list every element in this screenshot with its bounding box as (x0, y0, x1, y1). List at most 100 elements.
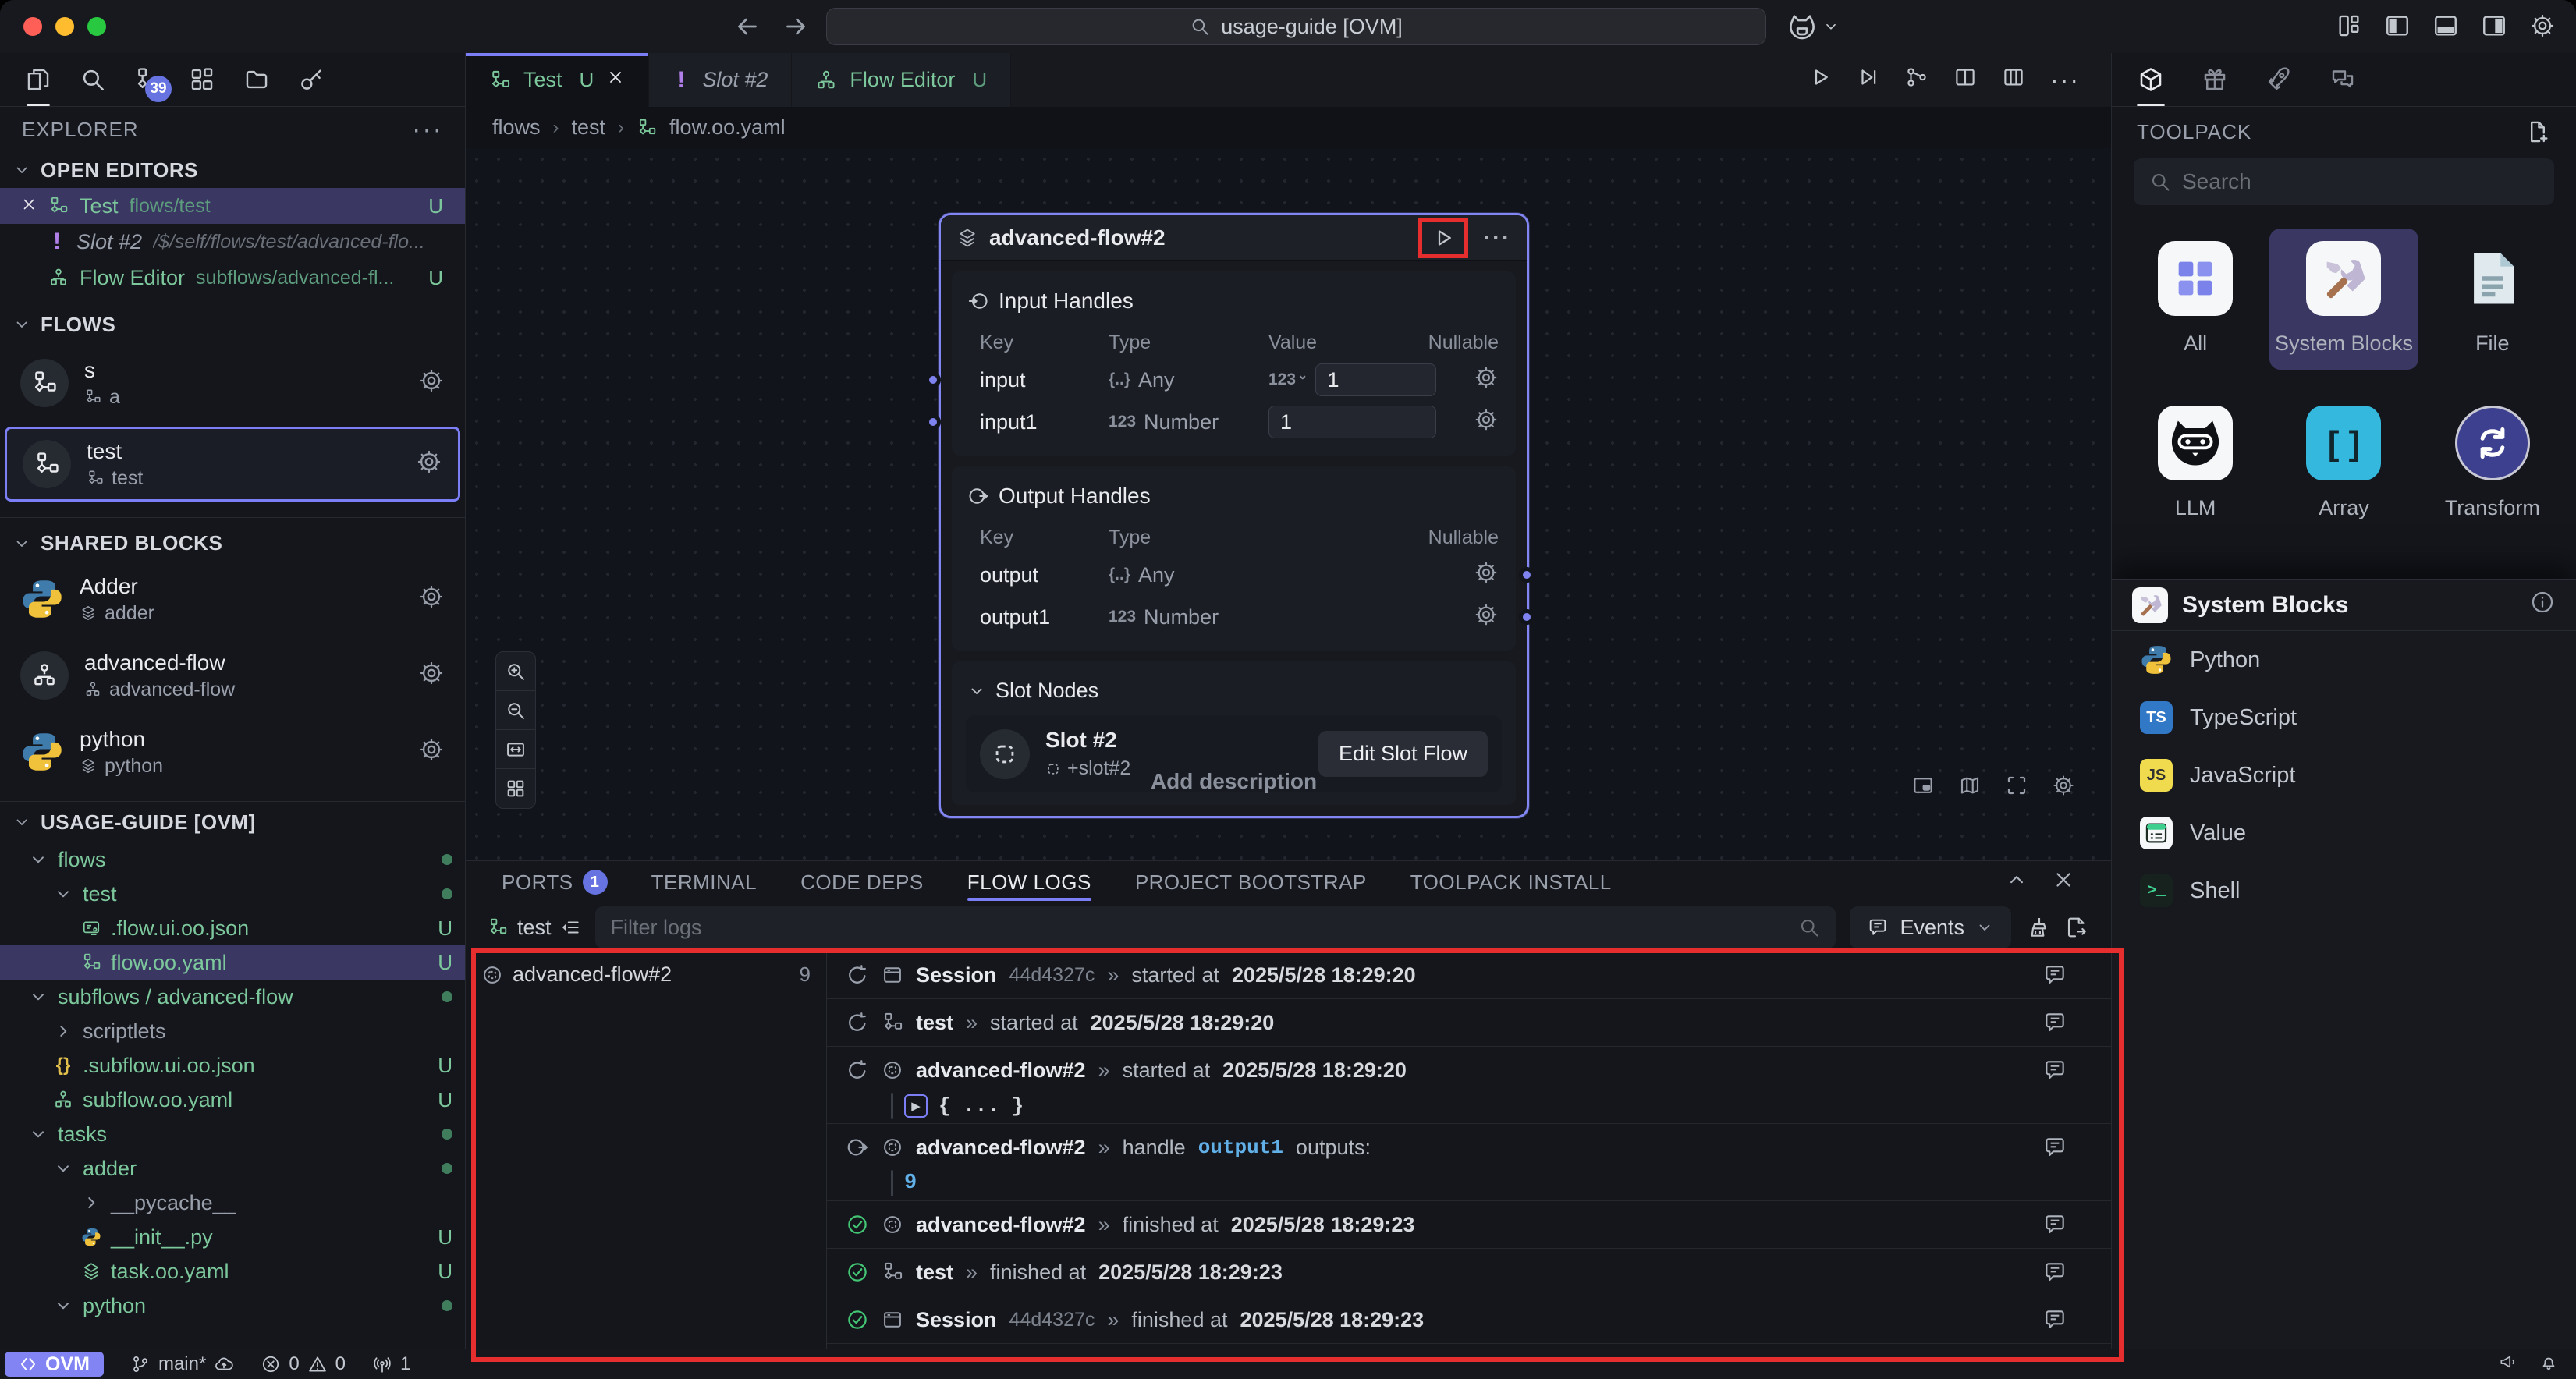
tree-item-task-yaml[interactable]: task.oo.yamlU (0, 1254, 465, 1289)
problems-indicator[interactable]: 0 0 (261, 1353, 346, 1375)
value-type-selector[interactable]: 123⌄ (1268, 370, 1308, 389)
log-group-advanced-flow-2[interactable]: advanced-flow#2 9 (481, 962, 811, 987)
zoom-out-icon[interactable] (496, 691, 535, 730)
filter-logs-input[interactable] (611, 916, 1788, 940)
expand-payload-button[interactable]: ▶ (904, 1094, 928, 1118)
preview-icon[interactable] (1911, 774, 1935, 803)
nav-forward-icon[interactable] (782, 12, 810, 46)
more-actions-icon[interactable]: ··· (2050, 66, 2080, 94)
clear-logs-icon[interactable] (2025, 915, 2050, 940)
toggle-right-panel-icon[interactable] (2481, 12, 2507, 44)
canvas-settings-icon[interactable] (2052, 774, 2075, 803)
gear-icon[interactable] (416, 448, 442, 480)
layout-columns-icon[interactable] (2002, 66, 2025, 94)
tree-item-init-py[interactable]: __init__.pyU (0, 1220, 465, 1254)
input-handle-dot[interactable] (925, 414, 941, 430)
comment-icon[interactable] (2042, 1058, 2067, 1088)
tab-terminal[interactable]: TERMINAL (651, 861, 757, 903)
gear-icon[interactable] (418, 736, 445, 768)
tab-ports[interactable]: PORTS 1 (502, 861, 608, 903)
shared-block-advanced-flow[interactable]: advanced-flow advanced-flow (5, 640, 460, 711)
flows-activity-icon[interactable]: 39 (134, 66, 161, 93)
input-value-field[interactable] (1315, 363, 1436, 396)
explorer-more-icon[interactable]: ··· (412, 115, 443, 145)
tab-test[interactable]: Test U (466, 53, 649, 107)
log-row-node-finish[interactable]: advanced-flow#2 »finished at 2025/5/28 1… (827, 1201, 2111, 1249)
maximize-window-button[interactable] (87, 17, 106, 36)
extensions-icon[interactable] (189, 66, 215, 93)
close-icon[interactable] (606, 68, 625, 92)
zoom-in-icon[interactable] (496, 652, 535, 691)
gear-icon[interactable] (418, 367, 445, 399)
input-value-field[interactable] (1268, 406, 1436, 438)
breadcrumb-test[interactable]: test (572, 115, 606, 140)
graph-icon[interactable] (1905, 66, 1928, 94)
section-shared-blocks[interactable]: SHARED BLOCKS (0, 517, 465, 561)
gear-icon[interactable] (1474, 560, 1499, 590)
section-open-editors[interactable]: OPEN EDITORS (0, 152, 465, 188)
announcement-icon[interactable] (2498, 1352, 2518, 1377)
category-system-blocks[interactable]: System Blocks (2269, 229, 2418, 370)
tree-item-pycache[interactable]: __pycache__ (0, 1186, 465, 1220)
block-javascript[interactable]: JS JavaScript (2112, 746, 2576, 804)
open-editor-slot2[interactable]: ! Slot #2 /$/self/flows/test/advanced-fl… (0, 224, 465, 260)
tree-item-adder[interactable]: adder (0, 1151, 465, 1186)
node-run-button[interactable] (1425, 223, 1461, 253)
category-all[interactable]: All (2121, 229, 2269, 370)
events-dropdown[interactable]: Events (1850, 906, 2011, 948)
gear-icon[interactable] (1474, 365, 1499, 395)
gear-icon[interactable] (418, 660, 445, 692)
block-python[interactable]: Python (2112, 631, 2576, 689)
open-editor-test[interactable]: Test flows/test U (0, 188, 465, 224)
split-editor-icon[interactable] (1953, 66, 1977, 94)
tab-flow-editor[interactable]: Flow Editor U (792, 53, 1011, 107)
close-panel-icon[interactable] (2052, 868, 2075, 897)
input-handle-dot[interactable] (925, 372, 941, 388)
log-row-test-start[interactable]: test »started at 2025/5/28 18:29:20 (827, 999, 2111, 1047)
toolpack-tab-icon[interactable] (2137, 66, 2165, 94)
run-icon[interactable] (1808, 66, 1832, 94)
search-icon[interactable] (80, 66, 106, 93)
gear-icon[interactable] (418, 583, 445, 615)
section-flows[interactable]: FLOWS (0, 307, 465, 342)
minimap-icon[interactable] (1958, 774, 1982, 803)
key-icon[interactable] (298, 66, 325, 93)
close-window-button[interactable] (23, 17, 42, 36)
tree-list-icon[interactable] (561, 917, 581, 938)
breadcrumb-flows[interactable]: flows (492, 115, 541, 140)
toolpack-search-input[interactable] (2182, 169, 2539, 194)
node-header[interactable]: advanced-flow#2 ··· (941, 215, 1527, 261)
tree-item-flow-yaml[interactable]: flow.oo.yamlU (0, 945, 465, 980)
gear-icon[interactable] (1474, 407, 1499, 438)
fullscreen-icon[interactable] (2005, 774, 2028, 803)
ports-indicator[interactable]: 1 (372, 1353, 410, 1375)
layout-grid-icon[interactable] (496, 769, 535, 808)
tree-item-flow-ui-json[interactable]: .flow.ui.oo.jsonU (0, 911, 465, 945)
category-transform[interactable]: Transform (2418, 393, 2567, 534)
new-toolpack-icon[interactable] (2525, 119, 2551, 145)
comment-icon[interactable] (2042, 1307, 2067, 1338)
bell-icon[interactable] (2539, 1352, 2559, 1377)
minimize-window-button[interactable] (55, 17, 74, 36)
breadcrumb-file[interactable]: flow.oo.yaml (669, 115, 786, 140)
run-step-icon[interactable] (1857, 66, 1880, 94)
comment-icon[interactable] (2042, 1010, 2067, 1040)
log-row-node-start[interactable]: advanced-flow#2 »started at 2025/5/28 18… (827, 1047, 2111, 1124)
info-icon[interactable] (2529, 589, 2556, 621)
comment-icon[interactable] (2042, 1212, 2067, 1243)
tab-code-deps[interactable]: CODE DEPS (800, 861, 924, 903)
toggle-bottom-panel-icon[interactable] (2432, 12, 2459, 44)
tree-item-subflow-yaml[interactable]: subflow.oo.yamlU (0, 1083, 465, 1117)
block-value[interactable]: Value (2112, 804, 2576, 862)
export-logs-icon[interactable] (2064, 915, 2089, 940)
collapse-panel-icon[interactable] (2005, 868, 2028, 897)
assistant-menu[interactable] (1787, 11, 1840, 42)
log-row-test-finish[interactable]: test »finished at 2025/5/28 18:29:23 (827, 1249, 2111, 1296)
node-more-icon[interactable]: ··· (1472, 225, 1511, 251)
command-center-search[interactable]: usage-guide [OVM] (826, 8, 1766, 45)
tab-slot2[interactable]: ! Slot #2 (649, 53, 792, 107)
flow-node-advanced-flow-2[interactable]: advanced-flow#2 ··· Input Handles (939, 213, 1529, 818)
log-row-output[interactable]: advanced-flow#2 »handle output1outputs: … (827, 1124, 2111, 1201)
category-file[interactable]: File (2418, 229, 2567, 370)
explorer-files-icon[interactable] (25, 66, 51, 93)
